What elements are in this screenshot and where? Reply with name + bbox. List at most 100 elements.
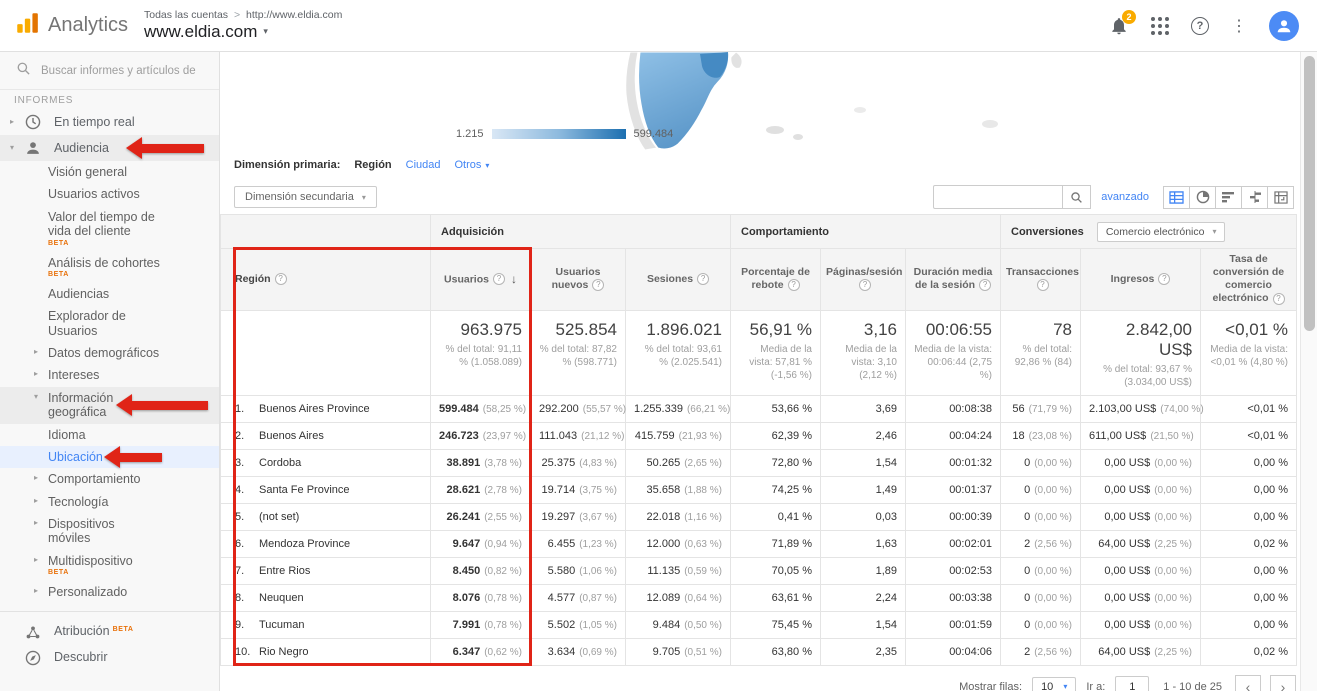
sidebar-item-comportamiento[interactable]: ▸Comportamiento	[0, 468, 219, 490]
help-icon[interactable]: ?	[592, 279, 604, 291]
help-icon[interactable]: ?	[859, 279, 871, 291]
table-view-button[interactable]	[1163, 186, 1190, 209]
sidebar-item-explorador-de-usuarios[interactable]: Explorador de Usuarios	[0, 305, 219, 342]
chevron-right-icon[interactable]: ▸	[34, 585, 48, 595]
analytics-logo[interactable]: Analytics	[0, 10, 132, 41]
region-name[interactable]: Neuquen	[259, 592, 304, 604]
help-icon[interactable]: ?	[697, 273, 709, 285]
geo-map[interactable]: 1.215 599.484	[220, 52, 1300, 150]
cell-region[interactable]: 2.Buenos Aires	[221, 422, 431, 449]
column-header-ingresos[interactable]: Ingresos?	[1081, 249, 1201, 311]
region-name[interactable]: Buenos Aires	[259, 430, 324, 442]
cell-region[interactable]: 9.Tucuman	[221, 611, 431, 638]
percentage-view-button[interactable]	[1189, 186, 1216, 209]
pivot-view-button[interactable]	[1267, 186, 1294, 209]
next-page-button[interactable]: ›	[1270, 675, 1296, 691]
region-name[interactable]: Mendoza Province	[259, 538, 350, 550]
more-options-button[interactable]: ⋮	[1231, 16, 1247, 36]
apps-grid-button[interactable]	[1151, 17, 1169, 35]
ecommerce-selector[interactable]: Comercio electrónico ▾	[1097, 222, 1226, 242]
region-name[interactable]: Entre Rios	[259, 565, 310, 577]
sidebar-item-intereses[interactable]: ▸Intereses	[0, 364, 219, 386]
column-header-duracion[interactable]: Duración media de la sesión?	[906, 249, 1001, 311]
help-icon[interactable]: ?	[1158, 273, 1170, 285]
table-search-button[interactable]	[1063, 185, 1091, 209]
chevron-right-icon[interactable]: ▸	[34, 554, 48, 564]
cell-region[interactable]: 8.Neuquen	[221, 584, 431, 611]
secondary-dimension-button[interactable]: Dimensión secundaria ▾	[234, 186, 377, 208]
table-row[interactable]: 9.Tucuman7.991(0,78 %)5.502(1,05 %)9.484…	[221, 611, 1297, 638]
column-header-usuarios-nuevos[interactable]: Usuarios nuevos?	[531, 249, 626, 311]
dimension-ciudad[interactable]: Ciudad	[406, 159, 441, 171]
region-name[interactable]: Buenos Aires Province	[259, 403, 370, 415]
chevron-right-icon[interactable]: ▸	[34, 517, 48, 527]
sidebar-item-tecnologia[interactable]: ▸Tecnología	[0, 491, 219, 513]
chevron-right-icon[interactable]: ▸	[34, 495, 48, 505]
advanced-filter-link[interactable]: avanzado	[1101, 191, 1149, 203]
sidebar-item-vision-general[interactable]: Visión general	[0, 161, 219, 183]
table-row[interactable]: 4.Santa Fe Province28.621(2,78 %)19.714(…	[221, 476, 1297, 503]
help-icon[interactable]: ?	[1273, 293, 1285, 305]
chevron-right-icon[interactable]: ▸	[34, 472, 48, 482]
help-icon[interactable]: ?	[788, 279, 800, 291]
performance-view-button[interactable]	[1215, 186, 1242, 209]
column-header-tasa-conversion[interactable]: Tasa de conversión de comercio electróni…	[1201, 249, 1297, 311]
goto-page-input[interactable]	[1115, 676, 1149, 691]
sidebar-item-informacion-geografica[interactable]: ▾Información geográfica	[0, 387, 219, 424]
help-button[interactable]: ?	[1191, 17, 1209, 35]
account-selector[interactable]: www.eldia.com ▾	[144, 22, 342, 42]
breadcrumb-property[interactable]: http://www.eldia.com	[246, 9, 342, 21]
chevron-right-icon[interactable]: ▸	[10, 117, 24, 126]
table-row[interactable]: 6.Mendoza Province9.647(0,94 %)6.455(1,2…	[221, 530, 1297, 557]
help-icon[interactable]: ?	[1037, 279, 1049, 291]
sidebar-search[interactable]	[0, 52, 219, 90]
sidebar-item-ubicacion[interactable]: Ubicación	[0, 446, 219, 468]
table-row[interactable]: 1.Buenos Aires Province599.484(58,25 %)2…	[221, 395, 1297, 422]
chevron-right-icon[interactable]: ▸	[34, 346, 48, 356]
help-icon[interactable]: ?	[493, 273, 505, 285]
column-header-usuarios[interactable]: Usuarios?↓	[431, 249, 531, 311]
help-icon[interactable]: ?	[979, 279, 991, 291]
sidebar-item-datos-demograficos[interactable]: ▸Datos demográficos	[0, 342, 219, 364]
table-filter-input[interactable]	[933, 185, 1063, 209]
report-search-input[interactable]	[41, 65, 201, 77]
cell-region[interactable]: 4.Santa Fe Province	[221, 476, 431, 503]
cell-region[interactable]: 7.Entre Rios	[221, 557, 431, 584]
scrollbar-thumb[interactable]	[1304, 56, 1315, 331]
sidebar-item-valor-del-tiempo-de-vida-del-cliente[interactable]: Valor del tiempo de vida del clienteBETA	[0, 206, 219, 252]
rows-per-page-select[interactable]: 10 ▾	[1032, 677, 1076, 691]
region-name[interactable]: Tucuman	[259, 619, 304, 631]
sidebar-item-dispositivos-moviles[interactable]: ▸Dispositivos móviles	[0, 513, 219, 550]
column-header-transacciones[interactable]: Transacciones?	[1001, 249, 1081, 311]
cell-region[interactable]: 5.(not set)	[221, 503, 431, 530]
sidebar-item-idioma[interactable]: Idioma	[0, 424, 219, 446]
sidebar-item-analisis-de-cohortes[interactable]: Análisis de cohortesBETA	[0, 252, 219, 283]
breadcrumb-accounts[interactable]: Todas las cuentas	[144, 9, 228, 21]
cell-region[interactable]: 6.Mendoza Province	[221, 530, 431, 557]
sidebar-item-atribucion[interactable]: AtribuciónBETA	[0, 619, 219, 645]
table-row[interactable]: 8.Neuquen8.076(0,78 %)4.577(0,87 %)12.08…	[221, 584, 1297, 611]
column-header-paginas-sesion[interactable]: Páginas/sesión?	[821, 249, 906, 311]
chevron-right-icon[interactable]: ▸	[34, 368, 48, 378]
cell-region[interactable]: 10.Rio Negro	[221, 638, 431, 665]
table-row[interactable]: 10.Rio Negro6.347(0,62 %)3.634(0,69 %)9.…	[221, 638, 1297, 665]
prev-page-button[interactable]: ‹	[1235, 675, 1261, 691]
cell-region[interactable]: 3.Cordoba	[221, 449, 431, 476]
table-row[interactable]: 5.(not set)26.241(2,55 %)19.297(3,67 %)2…	[221, 503, 1297, 530]
region-name[interactable]: (not set)	[259, 511, 299, 523]
region-name[interactable]: Rio Negro	[259, 646, 309, 658]
region-name[interactable]: Santa Fe Province	[259, 484, 350, 496]
sidebar-item-descubrir[interactable]: Descubrir	[0, 645, 219, 671]
column-header-region[interactable]: Región?	[221, 249, 431, 311]
sidebar-item-personalizado[interactable]: ▸Personalizado	[0, 581, 219, 603]
column-header-sesiones[interactable]: Sesiones?	[626, 249, 731, 311]
help-icon[interactable]: ?	[275, 273, 287, 285]
sidebar-item-en-tiempo-real[interactable]: ▸En tiempo real	[0, 109, 219, 135]
table-row[interactable]: 3.Cordoba38.891(3,78 %)25.375(4,83 %)50.…	[221, 449, 1297, 476]
comparison-view-button[interactable]	[1241, 186, 1268, 209]
region-name[interactable]: Cordoba	[259, 457, 301, 469]
table-row[interactable]: 2.Buenos Aires246.723(23,97 %)111.043(21…	[221, 422, 1297, 449]
sidebar-item-audiencias[interactable]: Audiencias	[0, 283, 219, 305]
user-avatar[interactable]	[1269, 11, 1299, 41]
dimension-region[interactable]: Región	[354, 159, 391, 171]
